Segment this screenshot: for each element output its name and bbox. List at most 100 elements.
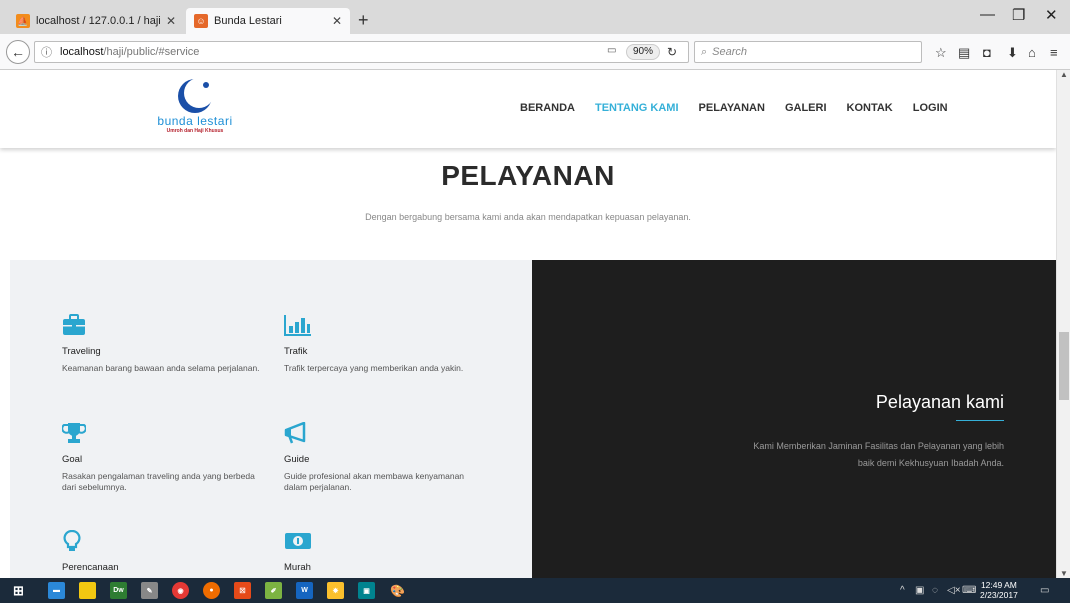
panel-description: Kami Memberikan Jaminan Fasilitas dan Pe…	[753, 441, 1004, 468]
panel-title: Pelayanan kami	[875, 392, 1004, 412]
restore-icon[interactable]: ❐	[1012, 6, 1025, 24]
photo-app-icon[interactable]: ✸	[327, 582, 344, 599]
feature-desc: Keamanan barang bawaan anda selama perja…	[62, 363, 260, 373]
sticky-notes-icon[interactable]	[79, 582, 96, 599]
reload-icon[interactable]: ↻	[667, 45, 677, 59]
search-input[interactable]: ⌕ Search	[694, 41, 922, 63]
close-tab-icon[interactable]: ✕	[332, 14, 342, 28]
pocket-icon[interactable]: ◘	[983, 45, 991, 60]
windows-taskbar: ⊞ ▬ Dw ✎ ◉ ● ☒ ✐ W ✸ ▣ 🎨 ^ ▣ ◌ ◁× ⌨ 12:4…	[0, 578, 1070, 603]
main-menu: BERANDA TENTANG KAMI PELAYANAN GALERI KO…	[520, 102, 948, 114]
browser-nav-bar: ← ⓘ localhost/haji/public/#service ▭ 90%…	[0, 34, 1070, 70]
windows-start-icon[interactable]: ⊞	[10, 582, 27, 599]
zoom-level[interactable]: 90%	[626, 44, 661, 60]
megaphone-icon	[284, 421, 484, 446]
page-viewport: bunda lestari Umroh dan Haji Khusus BERA…	[0, 70, 1056, 578]
back-arrow-icon[interactable]: ←	[6, 40, 30, 64]
feature-title: Murah	[284, 562, 311, 573]
notification-icon[interactable]: ▭	[1040, 585, 1049, 596]
site-favicon-icon: ☺	[194, 14, 208, 28]
paint-icon[interactable]: 🎨	[389, 582, 406, 599]
remote-app-icon[interactable]: ▣	[358, 582, 375, 599]
feature-trafik: Trafik Trafik terpercaya yang memberikan…	[284, 314, 484, 374]
browser-tab-bar: ⛵ localhost / 127.0.0.1 / haji ... ✕ ☺ B…	[0, 0, 1070, 34]
feature-guide: Guide Guide profesional akan membawa ken…	[284, 421, 484, 493]
phpmyadmin-favicon-icon: ⛵	[16, 14, 30, 28]
feature-title: Trafik	[284, 346, 308, 357]
url-path: /haji/public/#service	[103, 46, 200, 58]
menu-item-tentang-kami[interactable]: TENTANG KAMI	[595, 102, 679, 114]
keyboard-icon[interactable]: ⌨	[962, 585, 976, 596]
feature-desc: Guide profesional akan membawa kenyamana…	[284, 471, 465, 492]
wifi-icon[interactable]: ◌	[932, 585, 938, 596]
scroll-thumb[interactable]	[1059, 332, 1069, 400]
menu-hamburger-icon[interactable]: ≡	[1050, 45, 1058, 60]
url-host: localhost	[60, 46, 104, 58]
url-bar[interactable]: ⓘ localhost/haji/public/#service	[34, 41, 689, 63]
firefox-icon[interactable]: ●	[203, 582, 220, 599]
search-icon: ⌕	[701, 45, 708, 58]
bar-chart-icon	[284, 314, 484, 338]
download-icon[interactable]: ⬇	[1007, 45, 1018, 61]
logo-tagline: Umroh dan Haji Khusus	[166, 128, 224, 134]
minimize-icon[interactable]: —	[980, 6, 995, 23]
notepad-plus-icon[interactable]: ✐	[265, 582, 282, 599]
features-panel: Traveling Keamanan barang bawaan anda se…	[10, 260, 532, 578]
briefcase-icon	[62, 314, 262, 338]
search-placeholder: Search	[712, 46, 748, 58]
feature-murah: Murah	[284, 530, 484, 573]
xampp-icon[interactable]: ☒	[234, 582, 251, 599]
site-logo[interactable]: bunda lestari Umroh dan Haji Khusus	[150, 76, 240, 144]
menu-item-galeri[interactable]: GALERI	[785, 102, 827, 114]
title-underline	[956, 420, 1004, 421]
bookmark-star-icon[interactable]: ☆	[935, 45, 947, 61]
menu-item-pelayanan[interactable]: PELAYANAN	[699, 102, 765, 114]
page-scrollbar[interactable]: ▲ ▼	[1056, 70, 1070, 578]
scroll-down-icon[interactable]: ▼	[1060, 569, 1068, 578]
tab-phpmyadmin[interactable]: ⛵ localhost / 127.0.0.1 / haji ... ✕	[8, 8, 184, 34]
design-app-icon[interactable]: ✎	[141, 582, 158, 599]
window-close-icon[interactable]: ✕	[1045, 6, 1058, 24]
tray-chevron-icon[interactable]: ^	[900, 585, 905, 596]
system-clock[interactable]: 12:49 AM 2/23/2017	[980, 580, 1018, 600]
new-tab-icon[interactable]: +	[358, 10, 369, 31]
feature-perencanaan: Perencanaan	[62, 529, 262, 573]
tab-title: Bunda Lestari	[214, 15, 282, 27]
word-icon[interactable]: W	[296, 582, 313, 599]
volume-muted-icon[interactable]: ◁×	[947, 585, 961, 596]
close-tab-icon[interactable]: ✕	[166, 14, 176, 28]
chrome-icon[interactable]: ◉	[172, 582, 189, 599]
lightbulb-icon	[62, 529, 262, 554]
feature-title: Perencanaan	[62, 562, 119, 573]
info-icon[interactable]: ⓘ	[41, 44, 52, 60]
dreamweaver-icon[interactable]: Dw	[110, 582, 127, 599]
clock-date: 2/23/2017	[980, 590, 1018, 600]
tab-title: localhost / 127.0.0.1 / haji ...	[36, 15, 160, 27]
home-icon[interactable]: ⌂	[1028, 45, 1036, 60]
network-icon[interactable]: ▣	[915, 585, 924, 596]
section-subtitle: Dengan bergabung bersama kami anda akan …	[365, 212, 691, 222]
site-header: bunda lestari Umroh dan Haji Khusus BERA…	[0, 70, 1056, 148]
trophy-icon	[61, 422, 262, 446]
section-title: PELAYANAN	[441, 160, 615, 191]
feature-desc: Trafik terpercaya yang memberikan anda y…	[284, 363, 464, 373]
crescent-logo-icon	[178, 78, 214, 113]
menu-item-login[interactable]: LOGIN	[913, 102, 948, 114]
reader-view-icon[interactable]: ▭	[607, 45, 616, 56]
reading-list-icon[interactable]: ▤	[958, 45, 970, 61]
feature-title: Traveling	[62, 346, 101, 357]
menu-item-beranda[interactable]: BERANDA	[520, 102, 575, 114]
pelayanan-kami-panel: Pelayanan kami Kami Memberikan Jaminan F…	[532, 260, 1056, 578]
feature-traveling: Traveling Keamanan barang bawaan anda se…	[62, 314, 262, 374]
feature-title: Goal	[62, 454, 83, 465]
feature-desc: Rasakan pengalaman traveling anda yang b…	[62, 471, 255, 492]
feature-goal: Goal Rasakan pengalaman traveling anda y…	[61, 422, 262, 493]
scroll-up-icon[interactable]: ▲	[1060, 70, 1068, 79]
menu-item-kontak[interactable]: KONTAK	[847, 102, 893, 114]
feature-title: Guide	[284, 454, 310, 465]
clock-time: 12:49 AM	[980, 580, 1017, 590]
logo-name: bunda lestari	[157, 114, 233, 128]
tab-bunda-lestari[interactable]: ☺ Bunda Lestari ✕	[186, 8, 350, 34]
money-icon	[284, 530, 484, 554]
file-explorer-icon[interactable]: ▬	[48, 582, 65, 599]
